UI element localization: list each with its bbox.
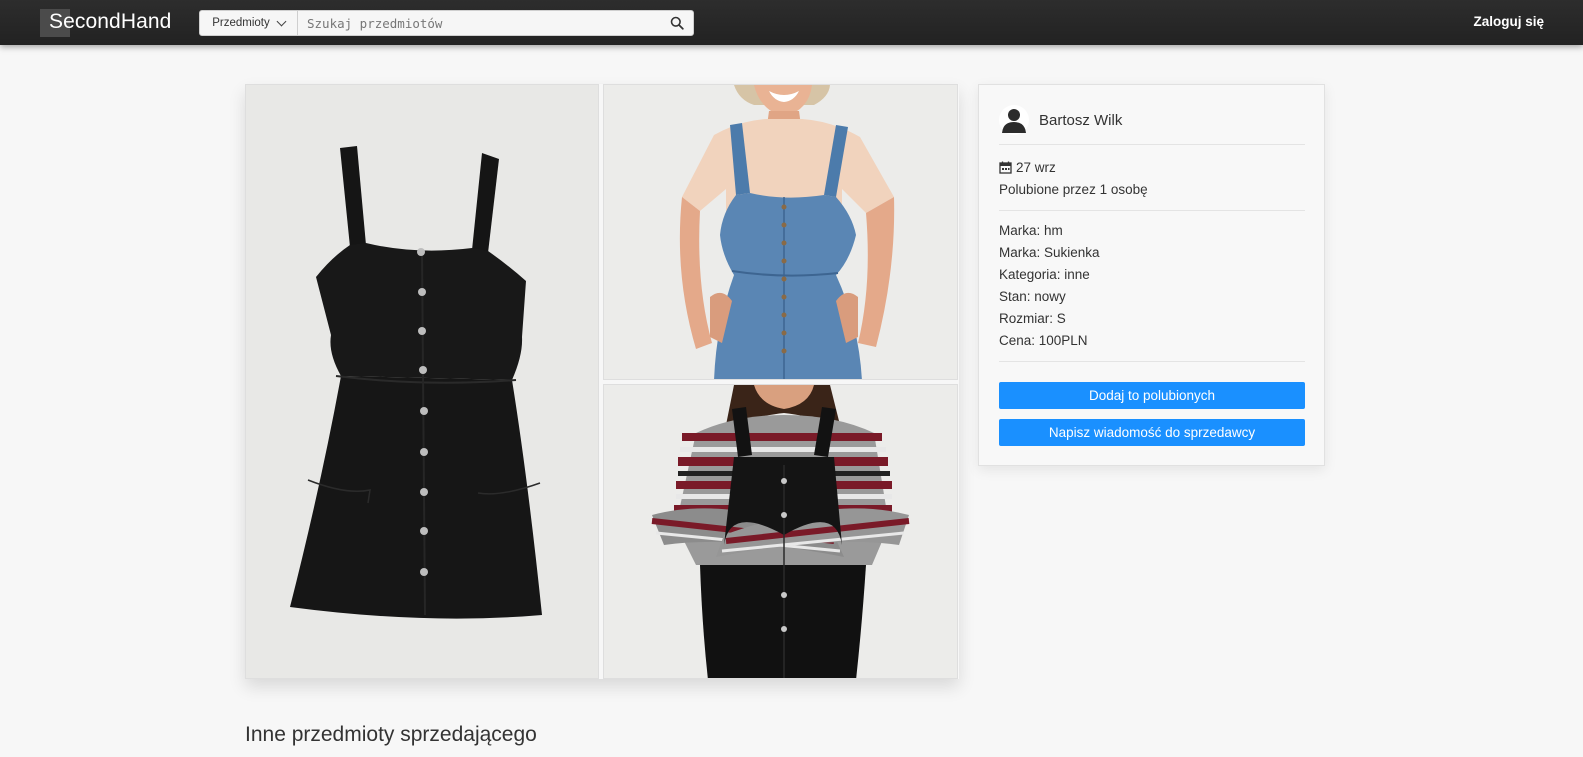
other-items-heading: Inne przedmioty sprzedającego <box>245 723 537 746</box>
detail-size: Rozmiar: S <box>999 311 1066 326</box>
striped-outfit-image <box>651 385 910 678</box>
product-photo-main[interactable] <box>245 84 599 679</box>
category-select-label: Przedmioty <box>212 17 270 29</box>
denim-dress-image <box>679 85 895 379</box>
category-select[interactable]: Przedmioty <box>200 11 298 35</box>
listing-date: 27 wrz <box>999 158 1056 176</box>
likes-count-text: Polubione przez 1 osobę <box>999 181 1148 197</box>
search-bar: Przedmioty <box>199 10 694 36</box>
site-logo[interactable]: SecondHand <box>40 9 172 37</box>
add-to-favorites-button[interactable]: Dodaj to polubionych <box>999 382 1305 409</box>
listing-meta: 27 wrz Polubione przez 1 osobę <box>999 158 1305 211</box>
product-photo-striped[interactable] <box>603 384 958 679</box>
seller-row: Bartosz Wilk <box>999 105 1305 145</box>
search-button[interactable] <box>661 11 693 35</box>
product-gallery <box>245 84 959 679</box>
detail-condition: Stan: nowy <box>999 289 1066 304</box>
product-photo-denim[interactable] <box>603 84 958 380</box>
top-navbar: SecondHand Przedmioty Zaloguj się <box>0 0 1583 45</box>
seller-name[interactable]: Bartosz Wilk <box>1039 112 1122 129</box>
logo-text: SecondHand <box>49 10 172 33</box>
black-dress-image <box>290 146 542 619</box>
listing-date-text: 27 wrz <box>1016 159 1056 175</box>
product-details: Marka: hm Marka: Sukienka Kategoria: inn… <box>999 223 1305 362</box>
login-link[interactable]: Zaloguj się <box>1473 14 1544 29</box>
detail-type: Marka: Sukienka <box>999 245 1100 260</box>
search-icon <box>670 16 684 30</box>
avatar[interactable] <box>999 105 1029 135</box>
search-input[interactable] <box>298 11 661 35</box>
product-info-card: Bartosz Wilk 27 wrz Polubione przez 1 os… <box>978 84 1325 466</box>
detail-price: Cena: 100PLN <box>999 333 1088 348</box>
message-seller-button[interactable]: Napisz wiadomość do sprzedawcy <box>999 419 1305 446</box>
chevron-down-icon <box>276 16 287 26</box>
detail-category: Kategoria: inne <box>999 267 1090 282</box>
detail-brand: Marka: hm <box>999 223 1063 238</box>
likes-count: Polubione przez 1 osobę <box>999 180 1148 198</box>
user-icon <box>1002 109 1026 133</box>
calendar-icon <box>999 161 1012 174</box>
